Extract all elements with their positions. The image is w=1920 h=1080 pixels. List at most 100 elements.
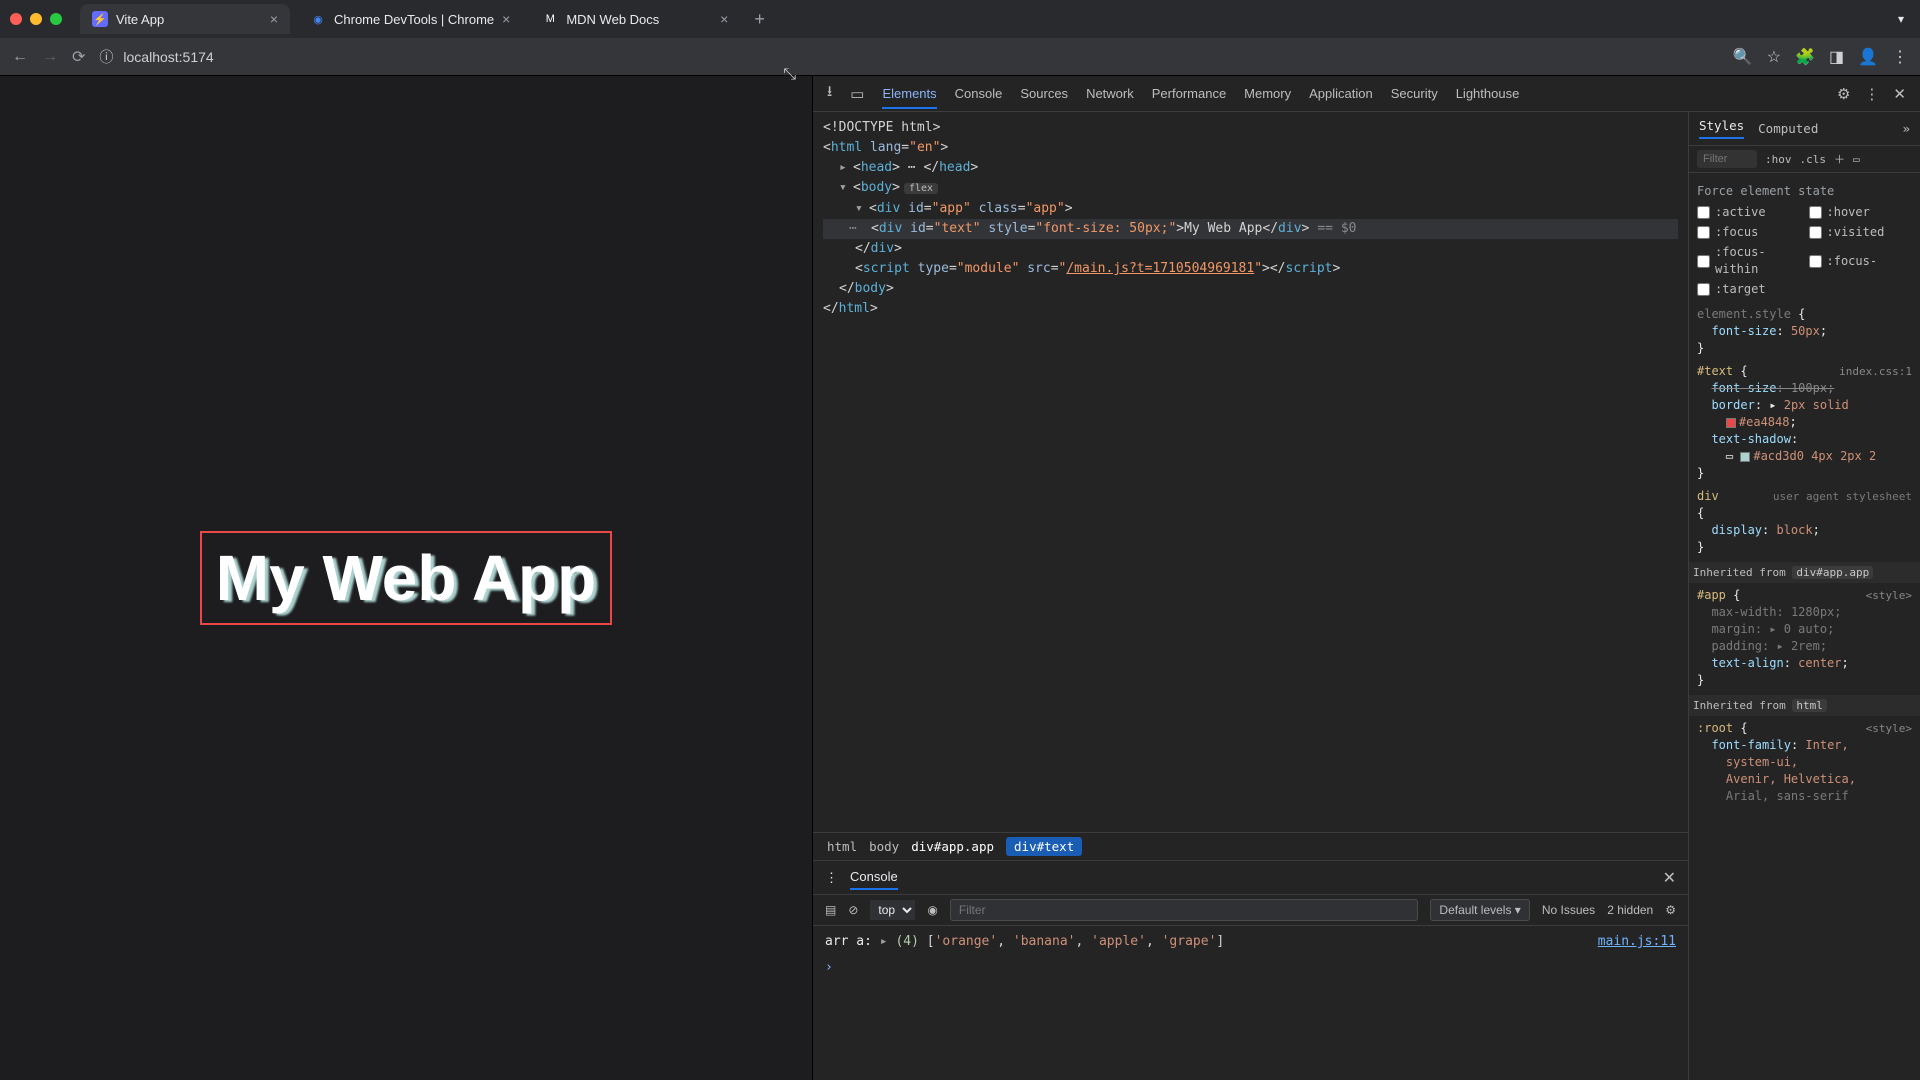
rule-div-ua[interactable]: user agent stylesheet div{ display: bloc… [1697, 488, 1912, 556]
chk-active[interactable]: :active [1697, 204, 1801, 221]
devtools-menu-icon[interactable]: ⋮ [1864, 85, 1879, 103]
profile-icon[interactable]: 👤 [1858, 47, 1878, 67]
drawer-tab-console[interactable]: Console [850, 865, 898, 890]
tab-console[interactable]: Console [955, 86, 1003, 101]
styles-filter-input[interactable] [1697, 150, 1757, 168]
forward-button[interactable]: → [42, 48, 58, 66]
dom-node-actions-icon[interactable]: ⋯ [849, 219, 857, 239]
devtools-tabbar: ⭳ ▭ Elements Console Sources Network Per… [813, 76, 1920, 112]
log-source-link[interactable]: main.js:11 [1598, 934, 1676, 949]
console-prompt[interactable]: › [825, 958, 1676, 978]
devtools-panel: ⭳ ▭ Elements Console Sources Network Per… [812, 76, 1920, 1080]
dom-doctype: <!DOCTYPE html> [823, 120, 940, 135]
live-expression-icon[interactable]: ◉ [927, 903, 937, 917]
crumb-body[interactable]: body [869, 839, 899, 854]
rule-root[interactable]: <style> :root { font-family: Inter, syst… [1697, 720, 1912, 805]
browser-tab-mdn[interactable]: M MDN Web Docs × [530, 4, 740, 34]
inspect-element-icon[interactable]: ⭳ [827, 81, 832, 106]
close-tab-icon[interactable]: × [502, 11, 510, 27]
hidden-count[interactable]: 2 hidden [1607, 903, 1653, 917]
issues-status[interactable]: No Issues [1542, 903, 1595, 917]
menu-icon[interactable]: ⋮ [1892, 47, 1908, 67]
console-settings-icon[interactable]: ⚙ [1665, 903, 1676, 917]
device-toolbar-icon[interactable]: ▭ [850, 85, 864, 103]
color-swatch-icon[interactable] [1726, 418, 1736, 428]
vite-favicon: ⚡ [92, 11, 108, 27]
dom-breadcrumbs: html body div#app.app div#text [813, 832, 1688, 860]
color-swatch-icon[interactable] [1740, 452, 1750, 462]
close-tab-icon[interactable]: × [720, 11, 728, 27]
dom-selected-node[interactable]: ⋯<div id="text" style="font-size: 50px;"… [823, 219, 1678, 239]
drawer-close-icon[interactable]: ✕ [1663, 868, 1676, 888]
minimize-window-icon[interactable] [30, 13, 42, 25]
tab-title: Chrome DevTools | Chrome [334, 12, 494, 27]
chk-focus-within[interactable]: :focus-within [1697, 244, 1801, 278]
devtools-close-icon[interactable]: ✕ [1893, 85, 1906, 103]
dom-tree[interactable]: <!DOCTYPE html> <html lang="en"> ▸<head>… [813, 112, 1688, 832]
new-tab-button[interactable]: + [748, 9, 771, 30]
console-log-area[interactable]: main.js:11 arr a: ▸ (4) ['orange', 'bana… [813, 926, 1688, 1080]
new-rule-icon[interactable]: ＋ [1834, 151, 1845, 167]
tab-lighthouse[interactable]: Lighthouse [1456, 86, 1520, 101]
force-state-title: Force element state [1697, 183, 1912, 200]
flex-badge[interactable]: flex [904, 183, 938, 194]
computed-tab[interactable]: Computed [1758, 121, 1818, 136]
tab-search-icon[interactable]: ▾ [1898, 12, 1904, 26]
tab-memory[interactable]: Memory [1244, 86, 1291, 101]
extensions-icon[interactable]: 🧩 [1795, 47, 1815, 67]
chk-focus[interactable]: :focus [1697, 224, 1801, 241]
chk-focus-vis[interactable]: :focus- [1809, 244, 1913, 278]
tab-sources[interactable]: Sources [1020, 86, 1068, 101]
tab-security[interactable]: Security [1391, 86, 1438, 101]
tab-title: MDN Web Docs [566, 12, 659, 27]
address-bar[interactable]: ⓘ localhost:5174 [99, 47, 213, 67]
console-context-select[interactable]: top [870, 900, 915, 920]
console-filter-input[interactable] [950, 899, 1419, 921]
tab-network[interactable]: Network [1086, 86, 1134, 101]
browser-toolbar: ← → ⟳ ⓘ localhost:5174 🔍 ☆ 🧩 ◨ 👤 ⋮ [0, 38, 1920, 76]
window-traffic-lights [10, 13, 62, 25]
chk-hover[interactable]: :hover [1809, 204, 1913, 221]
tab-application[interactable]: Application [1309, 86, 1373, 101]
chk-visited[interactable]: :visited [1809, 224, 1913, 241]
browser-tab-vite[interactable]: ⚡ Vite App × [80, 4, 290, 34]
more-tabs-icon[interactable]: » [1902, 121, 1910, 136]
rule-app[interactable]: <style> #app { max-width: 1280px; margin… [1697, 587, 1912, 689]
drawer-menu-icon[interactable]: ⋮ [825, 870, 838, 886]
crumb-text[interactable]: div#text [1006, 837, 1082, 856]
browser-tab-devtools[interactable]: ◉ Chrome DevTools | Chrome × [298, 4, 522, 34]
chk-target[interactable]: :target [1697, 281, 1801, 298]
page-viewport: ⤡ My Web App [0, 76, 812, 1080]
rule-text[interactable]: index.css:1 #text { font-size: 100px; bo… [1697, 363, 1912, 482]
log-levels-select[interactable]: Default levels ▾ [1430, 899, 1529, 921]
inherited-from-app: Inherited from div#app.app [1689, 562, 1920, 583]
crumb-app[interactable]: div#app.app [911, 839, 994, 854]
side-panel-icon[interactable]: ◨ [1829, 47, 1844, 67]
close-tab-icon[interactable]: × [270, 11, 278, 27]
cls-toggle[interactable]: .cls [1800, 153, 1827, 166]
url-text: localhost:5174 [123, 49, 213, 65]
styles-more-icon[interactable]: ▭ [1853, 153, 1860, 166]
console-drawer: ⋮ Console ✕ ▤ ⊘ top ◉ Default levels ▾ N… [813, 860, 1688, 1080]
pseudo-checkboxes: :active :hover :focus :visited :focus-wi… [1697, 204, 1912, 298]
tab-performance[interactable]: Performance [1152, 86, 1226, 101]
reload-button[interactable]: ⟳ [72, 47, 85, 67]
close-window-icon[interactable] [10, 13, 22, 25]
rule-element-style[interactable]: element.style { font-size: 50px;} [1697, 306, 1912, 357]
clear-console-icon[interactable]: ⊘ [848, 903, 858, 917]
devtools-settings-icon[interactable]: ⚙ [1837, 85, 1850, 103]
styles-tab[interactable]: Styles [1699, 118, 1744, 139]
tab-title: Vite App [116, 12, 164, 27]
hov-toggle[interactable]: :hov [1765, 153, 1792, 166]
maximize-window-icon[interactable] [50, 13, 62, 25]
mdn-favicon: M [542, 11, 558, 27]
tab-elements[interactable]: Elements [882, 86, 936, 109]
resize-cursor-icon: ⤡ [783, 66, 796, 84]
console-sidebar-icon[interactable]: ▤ [825, 903, 836, 917]
chrome-favicon: ◉ [310, 11, 326, 27]
crumb-html[interactable]: html [827, 839, 857, 854]
site-info-icon[interactable]: ⓘ [99, 47, 113, 67]
zoom-icon[interactable]: 🔍 [1733, 47, 1753, 67]
bookmark-icon[interactable]: ☆ [1767, 47, 1781, 67]
back-button[interactable]: ← [12, 48, 28, 66]
